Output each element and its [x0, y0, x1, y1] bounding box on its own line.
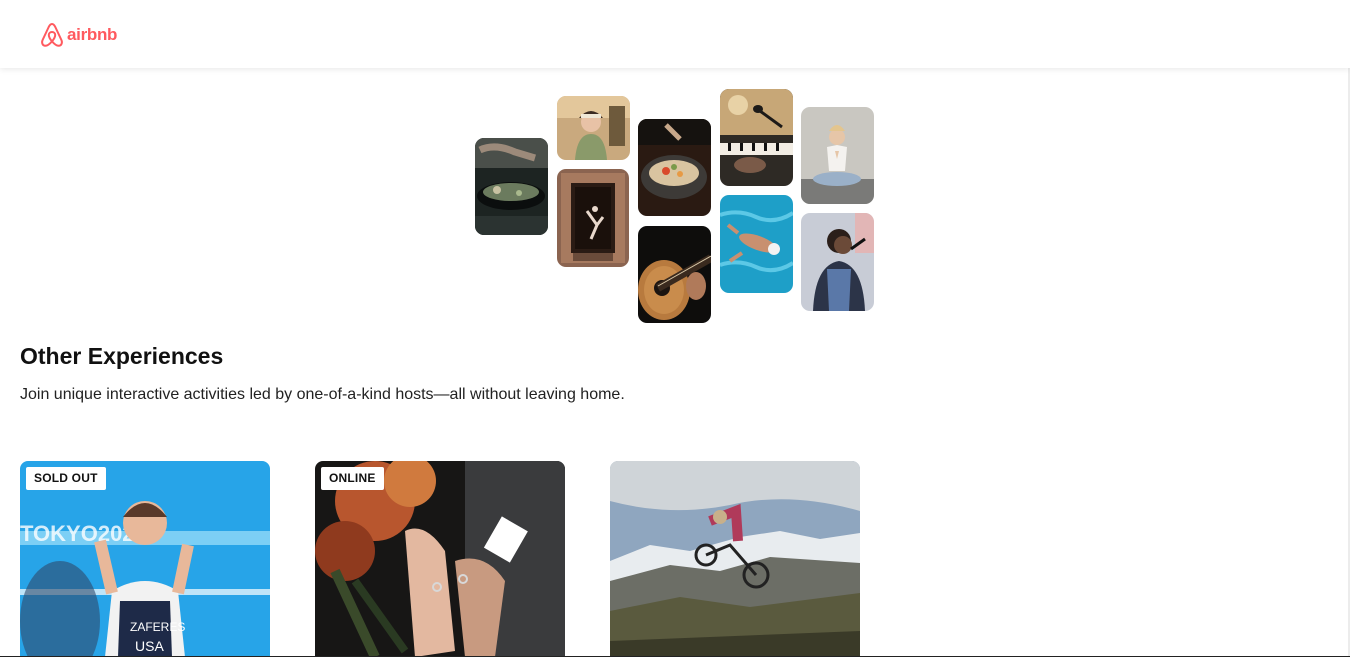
top-header: airbnb	[0, 0, 1350, 68]
online-badge: ONLINE	[321, 467, 384, 490]
collage-singer-photo[interactable]	[801, 213, 874, 311]
experience-card-wedding[interactable]: ONLINE	[315, 461, 565, 657]
collage-food-bowl-photo[interactable]	[638, 119, 711, 216]
sold-out-badge: SOLD OUT	[26, 467, 106, 490]
svg-text:ZAFERES: ZAFERES	[130, 620, 185, 634]
collage-yoga-photo[interactable]	[801, 107, 874, 204]
airbnb-logo[interactable]: airbnb	[40, 22, 117, 48]
athlete-photo: TOKYO2020 ZAFERES USA	[20, 461, 270, 657]
collage-cooking-photo[interactable]	[475, 138, 548, 235]
wedding-hands-photo	[315, 461, 565, 657]
collage-swimmer-photo[interactable]	[720, 195, 793, 293]
collage-woman-kitchen-photo[interactable]	[557, 96, 630, 160]
collage-dancer-photo[interactable]	[557, 169, 629, 267]
section-title: Other Experiences	[20, 343, 224, 369]
logo-text: airbnb	[67, 25, 118, 44]
airbnb-belo-icon	[40, 22, 64, 48]
experience-card-mountain-bike[interactable]	[610, 461, 860, 657]
svg-text:USA: USA	[135, 638, 164, 654]
collage-piano-microphone-photo[interactable]	[720, 89, 793, 186]
section-subtitle: Join unique interactive activities led b…	[20, 386, 625, 403]
mountain-bike-photo	[610, 461, 860, 657]
experience-card-athlete[interactable]: TOKYO2020 ZAFERES USA SOLD OUT	[20, 461, 270, 657]
collage-guitar-photo[interactable]	[638, 226, 711, 323]
